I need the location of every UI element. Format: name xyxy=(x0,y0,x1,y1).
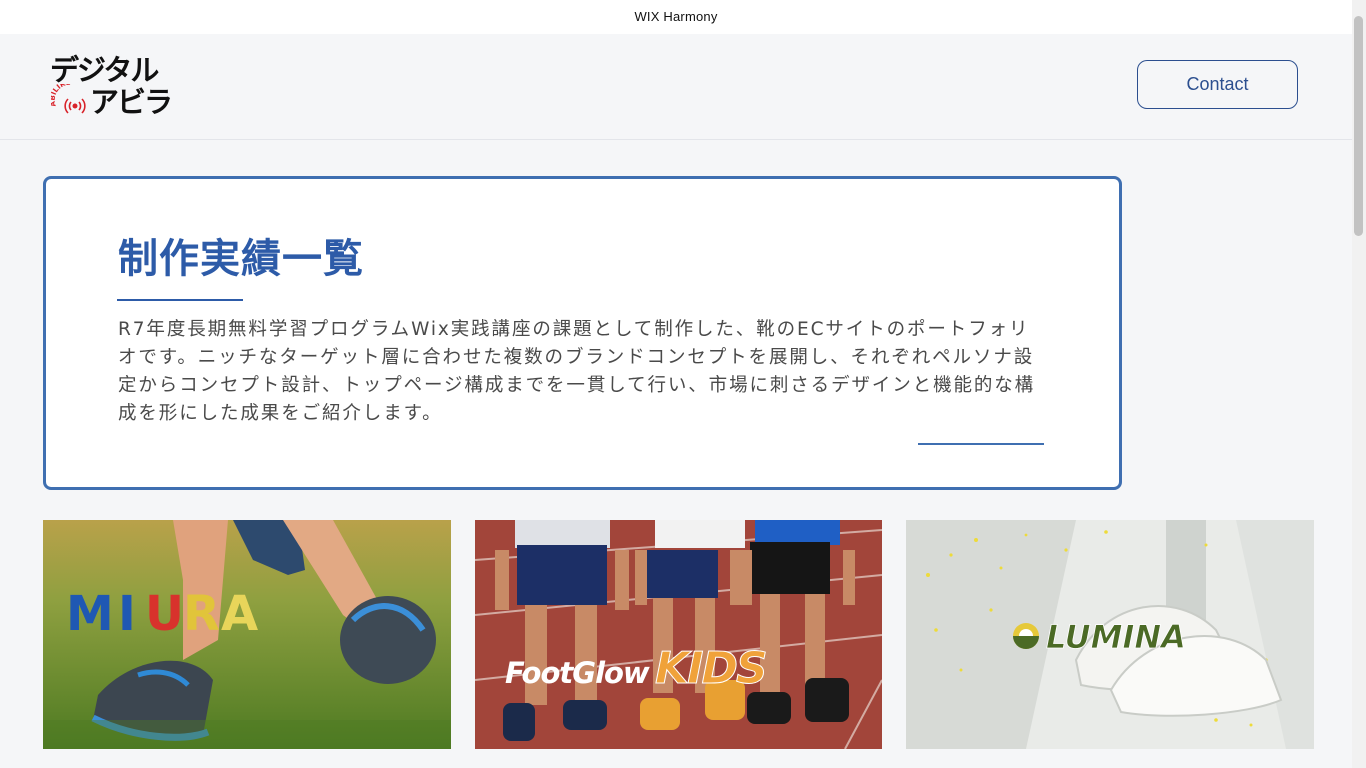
abilike-signal-icon: ABILIKE xyxy=(51,84,86,114)
footglow-kids-image: FootGlow KIDS xyxy=(475,520,882,749)
scroll-thumb[interactable] xyxy=(1354,16,1363,236)
page-scrollbar[interactable] xyxy=(1352,0,1366,768)
brand-card-footglow-kids[interactable]: FootGlow KIDS xyxy=(475,520,883,749)
logo-line-1: デジタル xyxy=(50,53,159,87)
footglow-text: FootGlow xyxy=(505,656,650,690)
title-underline xyxy=(117,299,243,301)
lumina-image: LUMINA xyxy=(906,520,1314,749)
miura-letter-3: U xyxy=(145,586,184,642)
lumina-logo-icon xyxy=(1013,623,1039,649)
site-header: デジタル ABILIKE アビラ Contact xyxy=(0,34,1352,140)
kids-text: KIDS xyxy=(655,643,766,694)
brand-card-lumina[interactable]: LUMINA xyxy=(906,520,1314,749)
miura-letter-2: I xyxy=(118,586,136,642)
intro-end-line xyxy=(918,443,1044,445)
site-logo[interactable]: デジタル ABILIKE アビラ xyxy=(50,54,185,120)
miura-letter-1: M xyxy=(66,586,114,642)
intro-card: 制作実績一覧 R7年度長期無料学習プログラムWix実践講座の課題として制作した、… xyxy=(43,176,1122,490)
contact-button[interactable]: Contact xyxy=(1137,60,1298,109)
brand-card-miura[interactable]: M I U R A xyxy=(43,520,451,749)
miura-letter-4: R xyxy=(183,586,220,642)
wix-harmony-bar: WIX Harmony xyxy=(0,0,1352,34)
svg-text:ABILIKE: ABILIKE xyxy=(51,84,71,108)
miura-letter-5: A xyxy=(221,586,258,642)
logo-line-2: アビラ xyxy=(90,85,173,119)
page-title: 制作実績一覧 xyxy=(118,236,364,282)
lumina-text: LUMINA xyxy=(1046,618,1186,656)
logo-tag: ABILIKE xyxy=(51,84,71,108)
wix-harmony-title: WIX Harmony xyxy=(634,9,718,24)
miura-image: M I U R A xyxy=(43,520,451,749)
intro-description: R7年度長期無料学習プログラムWix実践講座の課題として制作した、靴のECサイト… xyxy=(118,319,1036,424)
